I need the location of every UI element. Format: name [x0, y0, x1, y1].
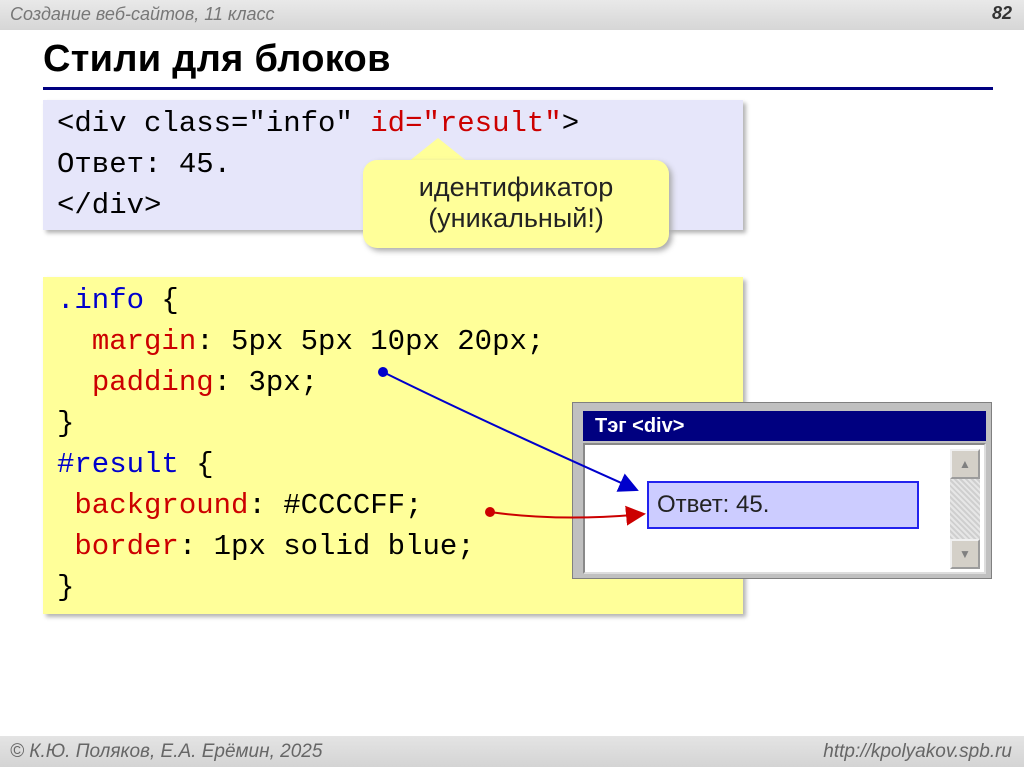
background-arrow — [489, 505, 646, 526]
padding-arrow — [382, 371, 639, 492]
footer-url: http://kpolyakov.spb.ru — [823, 741, 1012, 762]
footer-authors: © К.Ю. Поляков, Е.А. Ерёмин, 2025 — [10, 741, 323, 762]
annotation-arrows — [378, 367, 646, 526]
footer-bar: © К.Ю. Поляков, Е.А. Ерёмин, 2025 http:/… — [0, 736, 1024, 767]
